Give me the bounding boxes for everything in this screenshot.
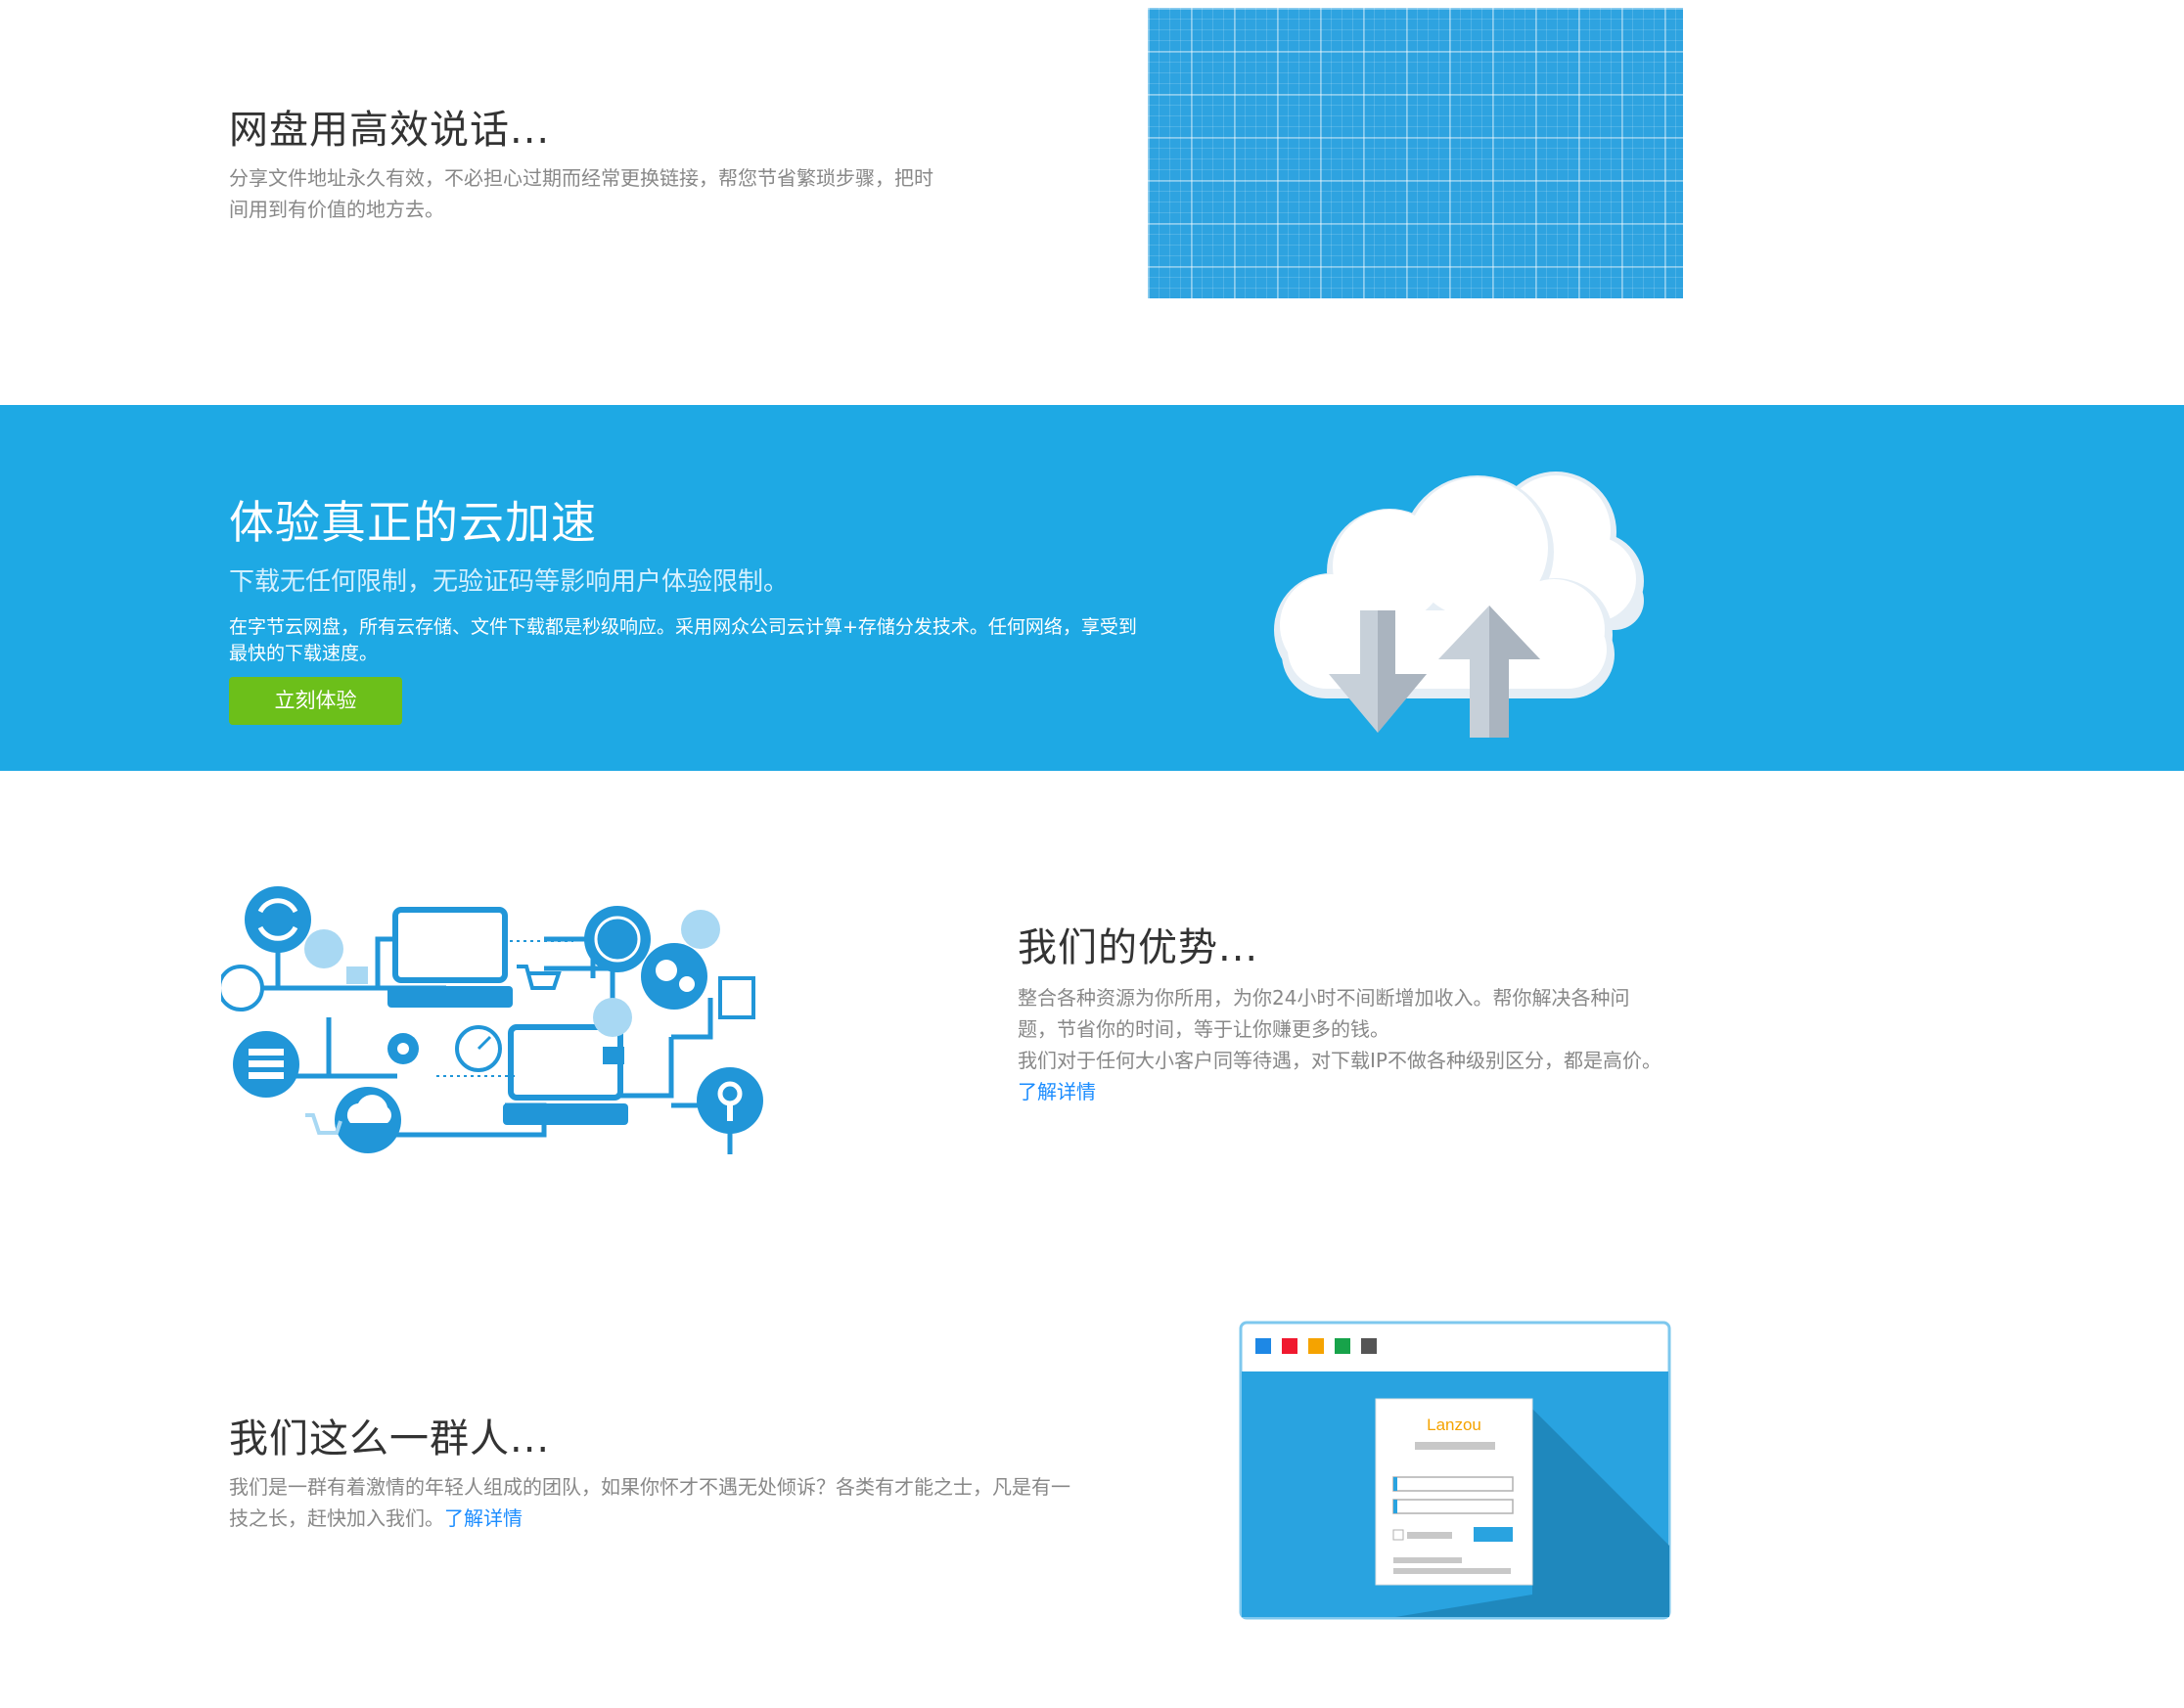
blue-grid-pattern-image [1148, 8, 1683, 298]
section-desc-cloud-speed: 在字节云网盘，所有云存储、文件下载都是秒级响应。采用网众公司云计算+存储分发技术… [229, 616, 1137, 664]
advantages-desc-line2: 我们对于任何大小客户同等待遇，对下载IP不做各种级别区分，都是高价。 [1018, 1049, 1661, 1072]
network-devices-illustration [221, 886, 763, 1154]
learn-more-link-team[interactable]: 了解详情 [444, 1506, 523, 1530]
section-team: 我们这么一群人... 我们是一群有着激情的年轻人组成的团队，如果你怀才不遇无处倾… [0, 1240, 2184, 1708]
section-desc-advantages: 整合各种资源为你所用，为你24小时不间断增加收入。帮你解决各种问题，节省你的时间… [1018, 982, 1663, 1107]
section-title-efficient: 网盘用高效说话... [229, 108, 551, 153]
section-efficient: 网盘用高效说话... 分享文件地址永久有效，不必担心过期而经常更换链接，帮您节省… [0, 0, 2184, 405]
advantages-desc-line1: 整合各种资源为你所用，为你24小时不间断增加收入。帮你解决各种问题，节省你的时间… [1018, 986, 1630, 1041]
section-advantages: 我们的优势... 整合各种资源为你所用，为你24小时不间断增加收入。帮你解决各种… [0, 771, 2184, 1240]
section-title-advantages: 我们的优势... [1018, 925, 1259, 970]
section-subtitle-cloud-speed: 下载无任何限制，无验证码等影响用户体验限制。 [229, 567, 790, 597]
try-now-button[interactable]: 立刻体验 [229, 677, 402, 725]
section-desc-team: 我们是一群有着激情的年轻人组成的团队，如果你怀才不遇无处倾诉？各类有才能之士，凡… [229, 1471, 1080, 1534]
section-title-team: 我们这么一群人... [229, 1416, 551, 1461]
team-desc-text: 我们是一群有着激情的年轻人组成的团队，如果你怀才不遇无处倾诉？各类有才能之士，凡… [229, 1475, 1070, 1530]
cloud-upload-download-icon [1274, 472, 1644, 738]
section-desc-efficient: 分享文件地址永久有效，不必担心过期而经常更换链接，帮您节省繁琐步骤，把时间用到有… [229, 166, 933, 221]
lanzou-logo-text: Lanzou [1427, 1416, 1481, 1434]
section-cloud-speed: 体验真正的云加速 下载无任何限制，无验证码等影响用户体验限制。 在字节云网盘，所… [0, 405, 2184, 771]
section-title-cloud-speed: 体验真正的云加速 [229, 496, 597, 549]
browser-login-illustration: Lanzou [1239, 1321, 1671, 1620]
learn-more-link-advantages[interactable]: 了解详情 [1018, 1080, 1096, 1103]
